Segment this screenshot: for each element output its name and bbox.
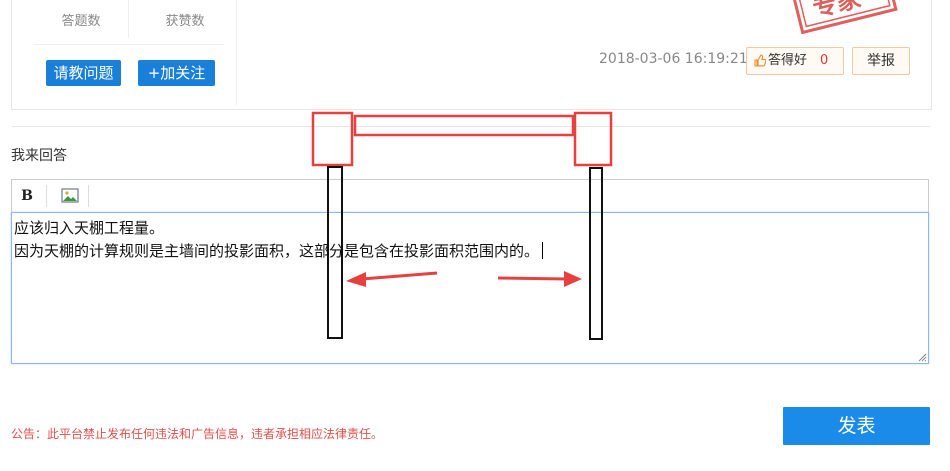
image-icon [61, 188, 79, 203]
resize-grip-icon[interactable] [917, 352, 927, 362]
report-button[interactable]: 举报 [852, 47, 910, 75]
stat-answers: 74191 答题数 [36, 0, 126, 29]
stat-answers-label: 答题数 [61, 14, 101, 29]
stat-divider [128, 0, 129, 38]
annotation-box-left [311, 111, 354, 167]
publish-button[interactable]: 发表 [783, 407, 930, 445]
stats-separator [34, 44, 224, 45]
answer-card: 74191 答题数 2290 获赞数 请教问题 +加关注 专家 2018-03-… [11, 0, 932, 110]
good-answer-count: 0 [820, 53, 829, 68]
stat-likes-value: 2290 [140, 0, 230, 4]
section-divider [12, 126, 930, 127]
editor-toolbar: B [11, 179, 929, 212]
good-answer-button[interactable]: 答得好 0 [746, 47, 844, 75]
expert-stamp: 专家 [782, 0, 902, 34]
toolbar-separator [46, 185, 47, 207]
editor-line-2: 因为天棚的计算规则是主墙间的投影面积，这部分是包含在投影面积范围内的。 [14, 240, 544, 261]
editor-line-2-text: 因为天棚的计算规则是主墙间的投影面积，这部分是包含在投影面积范围内的。 [14, 242, 540, 260]
answer-time: 2018-03-06 16:19:21 [599, 51, 748, 67]
platform-notice: 公告：此平台禁止发布任何违法和广告信息，违者承担相应法律责任。 [11, 427, 384, 441]
stat-answers-value: 74191 [36, 0, 126, 4]
bold-button[interactable]: B [13, 184, 41, 208]
toolbar-separator [88, 185, 89, 207]
ask-question-button[interactable]: 请教问题 [46, 60, 121, 86]
editor-line-1: 应该归入天棚工程量。 [14, 219, 165, 237]
annotation-box-right [573, 111, 613, 167]
thumb-up-icon [754, 54, 766, 67]
good-answer-label: 答得好 [768, 53, 808, 68]
insert-image-button[interactable] [56, 184, 84, 208]
stat-likes-label: 获赞数 [165, 14, 205, 29]
reply-section-title: 我来回答 [11, 148, 67, 164]
expert-stats-panel: 74191 答题数 2290 获赞数 请教问题 +加关注 [24, 0, 237, 105]
stat-likes: 2290 获赞数 [140, 0, 230, 29]
text-caret [542, 242, 544, 259]
follow-button[interactable]: +加关注 [138, 60, 215, 86]
answer-editor[interactable]: 应该归入天棚工程量。 因为天棚的计算规则是主墙间的投影面积，这部分是包含在投影面… [11, 212, 929, 364]
